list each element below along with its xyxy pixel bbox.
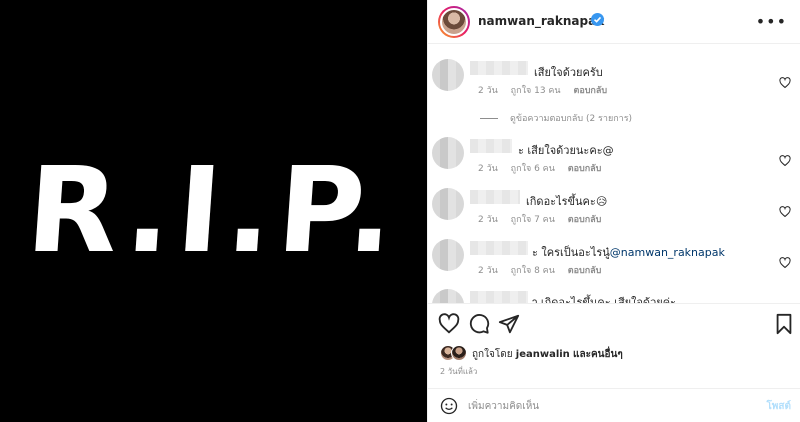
- like-comment-heart-icon[interactable]: [779, 77, 791, 89]
- comment-item: เกิดอะไรขึ้นคะ😥 2 วัน ถูกใจ 7 คน ตอบกลับ: [428, 184, 800, 234]
- post-comment-button[interactable]: โพสต์: [766, 399, 791, 414]
- author-username[interactable]: namwan_raknapak: [478, 14, 604, 28]
- comment-meta: 2 วัน ถูกใจ 6 คน ตอบกลับ: [478, 161, 611, 175]
- comment-meta: 2 วัน ถูกใจ 7 คน ตอบกลับ: [478, 212, 611, 226]
- comment-text: ะ ใครเป็นอะไรนู๋@namwan_raknapak: [532, 243, 725, 261]
- reply-button[interactable]: ตอบกลับ: [568, 266, 602, 276]
- comment-text: ๅ เกิดอะไรขึ้นคะ เสียใจด้วยค่ะ: [532, 296, 676, 303]
- likes-and: และ: [573, 349, 591, 360]
- comment-likes[interactable]: ถูกใจ 13 คน: [511, 86, 561, 96]
- commenter-avatar[interactable]: [432, 137, 464, 169]
- reply-button[interactable]: ตอบกลับ: [568, 164, 602, 174]
- more-options-icon[interactable]: •••: [756, 12, 787, 31]
- reply-button[interactable]: ตอบกลับ: [573, 86, 607, 96]
- post-timestamp[interactable]: 2 วันที่แล้ว: [440, 365, 477, 378]
- media-overlay-text: R.I.P.: [22, 141, 405, 279]
- comment-input[interactable]: [468, 395, 748, 417]
- comment-time[interactable]: 2 วัน: [478, 215, 498, 225]
- replies-line: [480, 118, 498, 119]
- comment-time[interactable]: 2 วัน: [478, 266, 498, 276]
- commenter-avatar[interactable]: [432, 188, 464, 220]
- author-avatar-image: [440, 8, 468, 36]
- comment-time[interactable]: 2 วัน: [478, 86, 498, 96]
- comment-meta: 2 วัน ถูกใจ 13 คน ตอบกลับ: [478, 83, 617, 97]
- comment-bubble-icon[interactable]: [468, 313, 490, 335]
- view-replies-label: ดูข้อความตอบกลับ (2 รายการ): [510, 114, 633, 124]
- comment-text: ะ เสียใจด้วยนะคะ@: [518, 144, 614, 157]
- commenter-username-blurred[interactable]: [470, 61, 528, 75]
- post-actions-bar: [428, 303, 800, 343]
- post-media[interactable]: R.I.P.: [0, 0, 427, 422]
- likes-others-link[interactable]: คนอื่นๆ: [591, 349, 623, 360]
- comment-likes[interactable]: ถูกใจ 6 คน: [511, 164, 555, 174]
- commenter-avatar[interactable]: [432, 289, 464, 303]
- emoji-icon[interactable]: [440, 397, 458, 415]
- comment-body: ะ ใครเป็นอะไรนู๋: [532, 246, 610, 259]
- mention-link[interactable]: @namwan_raknapak: [610, 246, 725, 259]
- liker-username[interactable]: jeanwalin: [516, 349, 570, 360]
- like-comment-heart-icon[interactable]: [779, 257, 791, 269]
- view-replies-button[interactable]: ดูข้อความตอบกลับ (2 รายการ): [480, 111, 632, 125]
- commenter-username-blurred[interactable]: [470, 291, 528, 303]
- author-avatar[interactable]: [438, 6, 470, 38]
- post-header: namwan_raknapak •••: [428, 0, 800, 44]
- likes-prefix: ถูกใจโดย: [472, 349, 513, 360]
- share-paper-plane-icon[interactable]: [498, 313, 520, 335]
- save-bookmark-icon[interactable]: [773, 313, 795, 335]
- comment-meta: 2 วัน ถูกใจ 8 คน ตอบกลับ: [478, 263, 611, 277]
- comment-likes[interactable]: ถูกใจ 8 คน: [511, 266, 555, 276]
- liker-avatar: [451, 345, 467, 361]
- comments-list[interactable]: เสียใจด้วยครับ 2 วัน ถูกใจ 13 คน ตอบกลับ…: [428, 45, 800, 303]
- post-panel: namwan_raknapak ••• เสียใจด้วยครับ 2 วัน…: [427, 0, 800, 422]
- comment-text: เสียใจด้วยครับ: [534, 66, 603, 79]
- comment-text: เกิดอะไรขึ้นคะ😥: [526, 195, 608, 208]
- comment-item: เสียใจด้วยครับ 2 วัน ถูกใจ 13 คน ตอบกลับ: [428, 55, 800, 105]
- likers-avatars[interactable]: [440, 345, 470, 361]
- comment-likes[interactable]: ถูกใจ 7 คน: [511, 215, 555, 225]
- commenter-avatar[interactable]: [432, 239, 464, 271]
- reply-button[interactable]: ตอบกลับ: [568, 215, 602, 225]
- add-comment-bar: โพสต์: [428, 388, 800, 422]
- comment-item: ะ เสียใจด้วยนะคะ@ 2 วัน ถูกใจ 6 คน ตอบกล…: [428, 133, 800, 183]
- comment-item: ๅ เกิดอะไรขึ้นคะ เสียใจด้วยค่ะ: [428, 285, 800, 303]
- verified-badge-icon: [591, 13, 604, 26]
- like-heart-icon[interactable]: [438, 313, 460, 335]
- like-comment-heart-icon[interactable]: [779, 206, 791, 218]
- comment-item: ะ ใครเป็นอะไรนู๋@namwan_raknapak 2 วัน ถ…: [428, 235, 800, 285]
- likes-text: ถูกใจโดย jeanwalin และคนอื่นๆ: [472, 347, 623, 362]
- commenter-username-blurred[interactable]: [470, 190, 520, 204]
- commenter-username-blurred[interactable]: [470, 139, 512, 153]
- commenter-avatar[interactable]: [432, 59, 464, 91]
- commenter-username-blurred[interactable]: [470, 241, 528, 255]
- comment-time[interactable]: 2 วัน: [478, 164, 498, 174]
- like-comment-heart-icon[interactable]: [779, 155, 791, 167]
